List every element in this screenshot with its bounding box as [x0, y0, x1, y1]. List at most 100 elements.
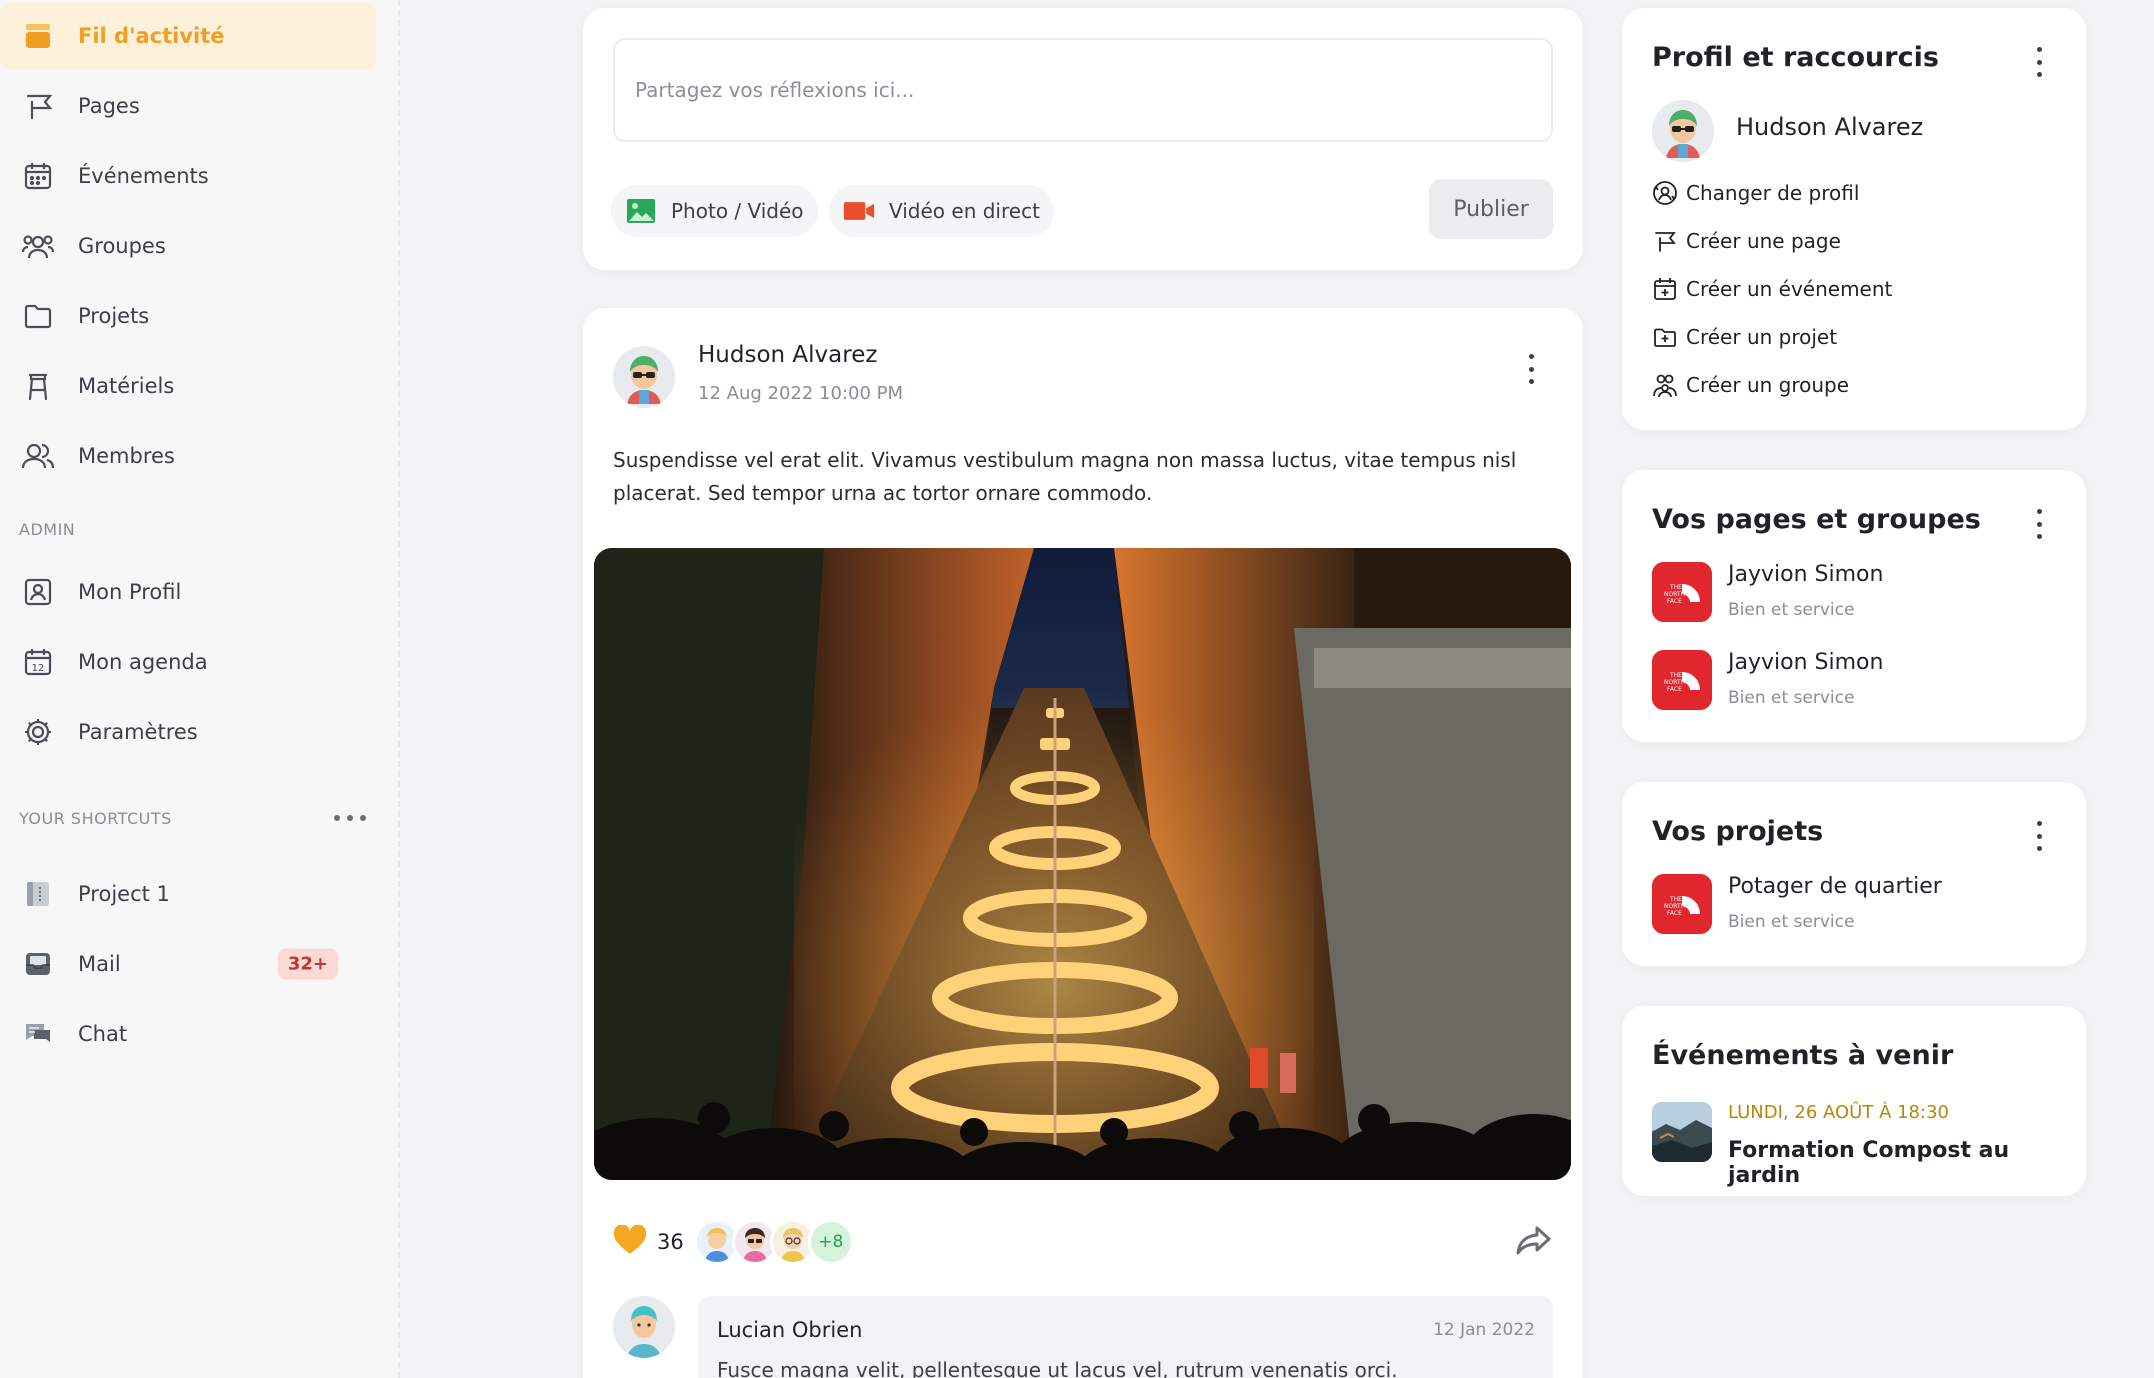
post-body-line: placerat. Sed tempor urna ac tortor orna… — [613, 481, 1153, 505]
nav-item-materials[interactable]: Matériels — [0, 352, 376, 420]
card-options-icon[interactable] — [2034, 509, 2044, 539]
folder-icon — [20, 298, 56, 334]
create-page-link[interactable]: Créer une page — [1652, 226, 1841, 256]
switch-profile-link[interactable]: Changer de profil — [1652, 178, 1859, 208]
card-title: Événements à venir — [1652, 1040, 1954, 1071]
nav-label: Paramètres — [78, 720, 198, 744]
nav-item-projects[interactable]: Projets — [0, 282, 376, 350]
post-composer: Photo / Vidéo Vidéo en direct Publier — [583, 8, 1583, 270]
logo-line: NORTH — [1664, 903, 1685, 910]
shortcuts-more-icon[interactable] — [334, 808, 366, 828]
comment-author-name[interactable]: Lucian Obrien — [717, 1318, 862, 1342]
page-category: Bien et service — [1728, 688, 1855, 708]
shortcut-link-label: Créer un groupe — [1686, 373, 1850, 397]
live-video-label: Vidéo en direct — [889, 199, 1040, 223]
more-reactors-badge[interactable]: +8 — [807, 1219, 854, 1265]
publish-button[interactable]: Publier — [1429, 179, 1553, 239]
author-avatar[interactable] — [613, 346, 675, 408]
gear-icon — [20, 714, 56, 750]
commenter-avatar[interactable] — [613, 1296, 675, 1358]
comment-date: 12 Jan 2022 — [1433, 1320, 1535, 1340]
card-options-icon[interactable] — [2034, 821, 2044, 851]
page-logo[interactable]: THE NORTH FACE — [1652, 650, 1712, 710]
shortcut-link-label: Changer de profil — [1686, 181, 1860, 205]
video-camera-icon — [843, 195, 875, 227]
heart-icon[interactable] — [613, 1224, 647, 1259]
nav-label: Fil d'activité — [78, 24, 225, 48]
page-logo[interactable]: THE NORTH FACE — [1652, 562, 1712, 622]
sidebar: Fil d'activité Pages Événements Groupes … — [0, 0, 400, 1378]
page-name[interactable]: Jayvion Simon — [1728, 562, 1883, 587]
nav-label: Événements — [78, 164, 209, 188]
logo-line: THE — [1669, 672, 1682, 679]
photo-video-label: Photo / Vidéo — [671, 199, 804, 223]
projects-card: Vos projets THE NORTH FACE Potager de quar… — [1622, 782, 2086, 966]
post-body: Suspendisse vel erat elit. Vivamus vesti… — [613, 444, 1543, 510]
event-name[interactable]: Formation Compost au jardin — [1728, 1138, 2086, 1188]
share-icon[interactable] — [1514, 1220, 1554, 1260]
nav-label: Groupes — [78, 234, 166, 258]
create-project-link[interactable]: Créer un projet — [1652, 322, 1837, 352]
card-title: Vos projets — [1652, 816, 1824, 847]
profile-avatar[interactable] — [1652, 100, 1714, 162]
admin-section-title: ADMIN — [19, 520, 76, 539]
nav-item-settings[interactable]: Paramètres — [0, 698, 376, 766]
nav-item-groups[interactable]: Groupes — [0, 212, 376, 280]
profile-shortcuts-card: Profil et raccourcis Hudson Alvarez Chan… — [1622, 8, 2086, 430]
post-reactions: 36 +8 — [613, 1216, 854, 1268]
logo-line: NORTH — [1664, 591, 1685, 598]
photo-video-button[interactable]: Photo / Vidéo — [611, 185, 818, 237]
shortcut-label: Chat — [78, 1022, 128, 1046]
create-event-link[interactable]: Créer un événement — [1652, 274, 1892, 304]
post-body-line: Suspendisse vel erat elit. Vivamus vesti… — [613, 448, 1517, 472]
card-title: Vos pages et groupes — [1652, 504, 1981, 535]
nav-label: Membres — [78, 444, 175, 468]
post-input[interactable] — [613, 38, 1553, 142]
shortcuts-section-title: YOUR SHORTCUTS — [19, 809, 172, 828]
nav-item-pages[interactable]: Pages — [0, 72, 376, 140]
nav-label: Mon Profil — [78, 580, 182, 604]
svg-text:12: 12 — [32, 663, 45, 674]
profile-name[interactable]: Hudson Alvarez — [1736, 113, 1923, 141]
shortcut-label: Mail — [78, 952, 121, 976]
upcoming-events-card: Événements à venir LUNDI, 26 AOÛT À 18:3… — [1622, 1006, 2086, 1196]
logo-line: FACE — [1667, 910, 1682, 917]
users-group-icon — [1652, 372, 1678, 398]
chat-icon — [20, 1016, 56, 1052]
feed-post: Hudson Alvarez 12 Aug 2022 10:00 PM Susp… — [583, 308, 1583, 1378]
agenda-icon: 12 — [20, 644, 56, 680]
shortcut-item-mail[interactable]: Mail 32+ — [0, 930, 376, 998]
nav-item-events[interactable]: Événements — [0, 142, 376, 210]
mail-count-badge: 32+ — [277, 948, 338, 980]
post-photo[interactable] — [594, 548, 1571, 1180]
create-group-link[interactable]: Créer un groupe — [1652, 370, 1849, 400]
card-options-icon[interactable] — [2034, 47, 2044, 77]
event-date: LUNDI, 26 AOÛT À 18:30 — [1728, 1102, 1949, 1123]
post-author-name[interactable]: Hudson Alvarez — [698, 342, 877, 368]
users-group-icon — [20, 228, 56, 264]
live-video-button[interactable]: Vidéo en direct — [829, 185, 1054, 237]
nav-item-feed[interactable]: Fil d'activité — [0, 2, 376, 70]
post-options-icon[interactable] — [1526, 354, 1536, 384]
project-logo[interactable]: THE NORTH FACE — [1652, 874, 1712, 934]
inbox-icon — [20, 946, 56, 982]
profile-icon — [20, 574, 56, 610]
nav-label: Matériels — [78, 374, 175, 398]
notebook-icon — [20, 876, 56, 912]
nav-item-my-agenda[interactable]: 12 Mon agenda — [0, 628, 376, 696]
nav-item-members[interactable]: Membres — [0, 422, 376, 490]
members-icon — [20, 438, 56, 474]
nav-label: Projets — [78, 304, 150, 328]
page-name[interactable]: Jayvion Simon — [1728, 650, 1883, 675]
event-thumbnail[interactable] — [1652, 1102, 1712, 1162]
shortcut-item-chat[interactable]: Chat — [0, 1000, 376, 1068]
shortcut-link-label: Créer un projet — [1686, 325, 1838, 349]
nav-label: Pages — [78, 94, 140, 118]
project-name[interactable]: Potager de quartier — [1728, 874, 1942, 899]
likes-count: 36 — [657, 1230, 684, 1254]
layers-icon — [20, 18, 56, 54]
post-timestamp: 12 Aug 2022 10:00 PM — [698, 383, 904, 404]
folder-plus-icon — [1652, 324, 1678, 350]
nav-item-my-profile[interactable]: Mon Profil — [0, 558, 376, 626]
shortcut-item-project1[interactable]: Project 1 — [0, 860, 376, 928]
